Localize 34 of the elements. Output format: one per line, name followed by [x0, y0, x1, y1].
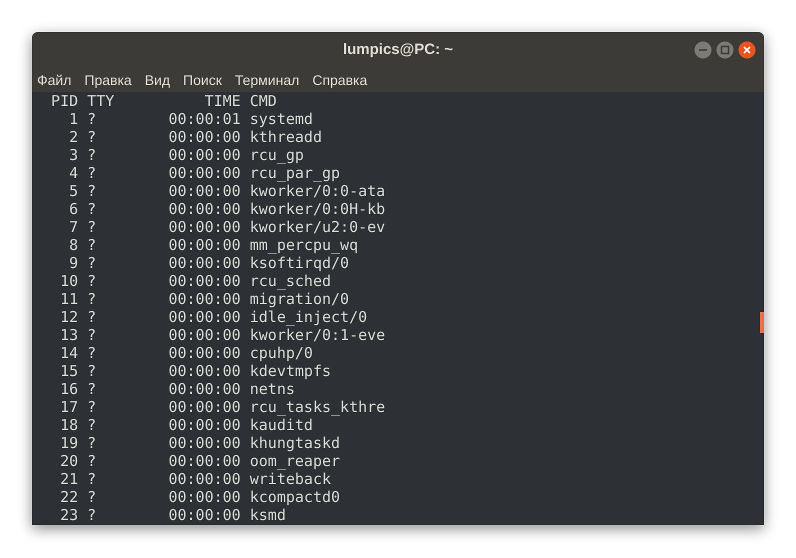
- process-line: 20 ? 00:00:00 oom_reaper: [59, 452, 340, 470]
- process-line: 2 ? 00:00:00 kthreadd: [68, 128, 322, 146]
- process-line: 11 ? 00:00:00 migration/0: [59, 290, 350, 308]
- process-line: 5 ? 00:00:00 kworker/0:0-ata: [68, 182, 386, 200]
- process-line: 6 ? 00:00:00 kworker/0:0H-kb: [68, 200, 386, 218]
- process-line: 4 ? 00:00:00 rcu_par_gp: [68, 164, 340, 182]
- process-line: 22 ? 00:00:00 kcompactd0: [59, 488, 340, 506]
- process-line: 21 ? 00:00:00 writeback: [59, 470, 332, 488]
- process-line: 13 ? 00:00:00 kworker/0:1-eve: [59, 326, 386, 344]
- menu-item[interactable]: Поиск: [183, 70, 222, 91]
- process-line: 23 ? 00:00:00 ksmd: [59, 506, 286, 524]
- scrollbar-thumb[interactable]: [760, 312, 764, 333]
- process-line: 15 ? 00:00:00 kdevtmpfs: [59, 362, 332, 380]
- menu-item[interactable]: Вид: [144, 70, 170, 91]
- minimize-icon[interactable]: [694, 41, 712, 59]
- process-line: 12 ? 00:00:00 idle_inject/0: [59, 308, 368, 326]
- process-line: 8 ? 00:00:00 mm_percpu_wq: [68, 236, 358, 254]
- process-line: 19 ? 00:00:00 khungtaskd: [59, 434, 340, 452]
- column-header-line: PID TTY TIME CMD: [50, 92, 277, 110]
- process-line: 17 ? 00:00:00 rcu_tasks_kthre: [59, 398, 386, 416]
- process-line: 10 ? 00:00:00 rcu_sched: [59, 272, 332, 290]
- process-line: 9 ? 00:00:00 ksoftirqd/0: [68, 254, 350, 272]
- menu-item[interactable]: Терминал: [234, 70, 300, 91]
- menu-item[interactable]: Правка: [84, 70, 132, 91]
- close-icon[interactable]: [738, 41, 756, 59]
- process-line: 1 ? 00:00:01 systemd: [68, 110, 313, 128]
- menu-item[interactable]: Справка: [312, 70, 368, 91]
- menu-item[interactable]: Файл: [37, 70, 72, 91]
- process-line: 18 ? 00:00:00 kauditd: [59, 416, 313, 434]
- window-title: lumpics@PC: ~: [342, 40, 454, 60]
- process-line: 14 ? 00:00:00 cpuhp/0: [59, 344, 313, 362]
- process-line: 16 ? 00:00:00 netns: [59, 380, 295, 398]
- process-line: 3 ? 00:00:00 rcu_gp: [68, 146, 304, 164]
- process-line: 7 ? 00:00:00 kworker/u2:0-ev: [68, 218, 386, 236]
